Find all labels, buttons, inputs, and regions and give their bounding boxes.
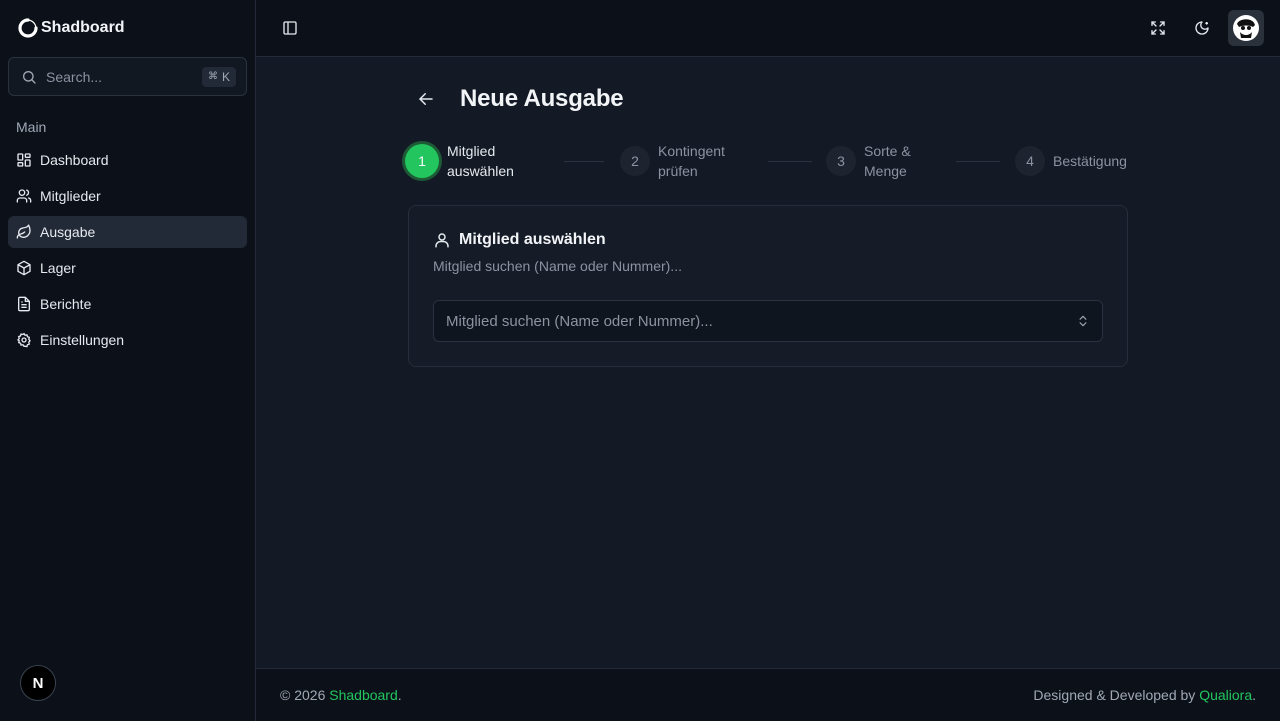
shortcut-key: K bbox=[221, 69, 230, 84]
step-connector bbox=[768, 161, 812, 162]
card-title-text: Mitglied auswählen bbox=[459, 231, 606, 248]
step-number: 1 bbox=[405, 144, 439, 178]
moon-icon bbox=[1195, 21, 1209, 35]
sidebar-item-mitglieder[interactable]: Mitglieder bbox=[8, 180, 247, 212]
back-button[interactable] bbox=[413, 86, 439, 112]
sidebar-item-label: Ausgabe bbox=[40, 224, 96, 240]
search-input[interactable]: Search... ⌘ K bbox=[8, 57, 247, 96]
settings-icon bbox=[17, 332, 31, 348]
footer: © 2026 Shadboard. Designed & Developed b… bbox=[256, 668, 1280, 721]
sidebar-item-label: Lager bbox=[40, 260, 76, 276]
search-icon bbox=[23, 70, 36, 84]
footer-copyright: © 2026 Shadboard. bbox=[280, 687, 402, 703]
footer-brand-link[interactable]: Shadboard bbox=[329, 687, 398, 703]
footer-period: . bbox=[397, 687, 402, 703]
search-shortcut: ⌘ K bbox=[201, 66, 236, 87]
top-header bbox=[256, 0, 1280, 57]
sidebar-item-dashboard[interactable]: Dashboard bbox=[8, 144, 247, 176]
step-number: 2 bbox=[620, 146, 650, 176]
file-text-icon bbox=[18, 296, 30, 312]
step-2[interactable]: 2 Kontingent prüfen bbox=[620, 141, 738, 181]
chevrons-up-down-icon bbox=[1079, 315, 1087, 327]
step-connector bbox=[956, 161, 1000, 162]
sidebar-item-label: Dashboard bbox=[40, 152, 109, 168]
page-title: Neue Ausgabe bbox=[460, 85, 624, 112]
step-number: 3 bbox=[826, 146, 856, 176]
fullscreen-icon bbox=[1151, 21, 1165, 35]
footer-credit: Designed & Developed by Qualiora. bbox=[1033, 687, 1256, 703]
step-label: Sorte & Menge bbox=[864, 143, 911, 179]
credit-link[interactable]: Qualiora bbox=[1199, 687, 1252, 703]
sidebar-item-label: Berichte bbox=[40, 296, 92, 312]
user-avatar[interactable] bbox=[1228, 10, 1264, 46]
step-label: Mitglied auswählen bbox=[447, 143, 514, 179]
user-icon bbox=[435, 233, 449, 248]
step-4[interactable]: 4 Bestätigung bbox=[1015, 141, 1143, 181]
step-label: Bestätigung bbox=[1053, 153, 1127, 169]
package-icon bbox=[17, 260, 31, 276]
panel-left-icon bbox=[283, 21, 297, 35]
avatar-image bbox=[1233, 15, 1259, 41]
sidebar-item-einstellungen[interactable]: Einstellungen bbox=[8, 324, 247, 356]
brand-name: Shadboard bbox=[41, 19, 125, 36]
step-3[interactable]: 3 Sorte & Menge bbox=[826, 141, 934, 181]
stepper: 1 Mitglied auswählen 2 Kontingent prüfen… bbox=[404, 141, 1134, 181]
dashboard-icon bbox=[17, 153, 31, 167]
combobox-placeholder: Mitglied suchen (Name oder Nummer)... bbox=[446, 312, 713, 330]
sidebar-nav: Dashboard Mitglieder Ausgabe Lager Beric… bbox=[8, 144, 247, 360]
member-select-card: Mitglied auswählen Mitglied suchen (Name… bbox=[408, 205, 1128, 367]
credit-text: Designed & Developed by bbox=[1033, 687, 1200, 703]
sidebar: Shadboard Search... ⌘ K Main Dashboard M… bbox=[0, 0, 256, 721]
shadboard-logo-icon bbox=[18, 18, 38, 38]
brand-logo[interactable]: Shadboard bbox=[18, 17, 125, 39]
sidebar-item-berichte[interactable]: Berichte bbox=[8, 288, 247, 320]
sidebar-item-lager[interactable]: Lager bbox=[8, 252, 247, 284]
copyright-text: © 2026 bbox=[280, 687, 330, 703]
fullscreen-button[interactable] bbox=[1142, 12, 1174, 44]
member-search-combobox[interactable]: Mitglied suchen (Name oder Nummer)... bbox=[433, 300, 1103, 342]
nav-group-label: Main bbox=[16, 119, 47, 135]
step-label: Kontingent prüfen bbox=[658, 143, 725, 179]
command-key-symbol: ⌘ bbox=[207, 71, 218, 82]
step-number: 4 bbox=[1015, 146, 1045, 176]
toggle-sidebar-button[interactable] bbox=[274, 12, 306, 44]
sidebar-item-label: Mitglieder bbox=[40, 188, 101, 204]
card-title: Mitglied auswählen bbox=[433, 231, 606, 249]
card-description: Mitglied suchen (Name oder Nummer)... bbox=[433, 258, 682, 274]
sidebar-item-ausgabe[interactable]: Ausgabe bbox=[8, 216, 247, 248]
theme-toggle-button[interactable] bbox=[1186, 12, 1218, 44]
nextjs-dev-badge[interactable]: N bbox=[20, 665, 56, 701]
users-icon bbox=[16, 189, 32, 203]
leaf-icon bbox=[16, 224, 31, 239]
step-1[interactable]: 1 Mitglied auswählen bbox=[405, 141, 527, 181]
arrow-left-icon bbox=[419, 93, 433, 105]
sidebar-item-label: Einstellungen bbox=[40, 332, 125, 348]
credit-period: . bbox=[1252, 687, 1256, 703]
step-connector bbox=[564, 161, 604, 162]
search-placeholder: Search... bbox=[46, 68, 103, 85]
